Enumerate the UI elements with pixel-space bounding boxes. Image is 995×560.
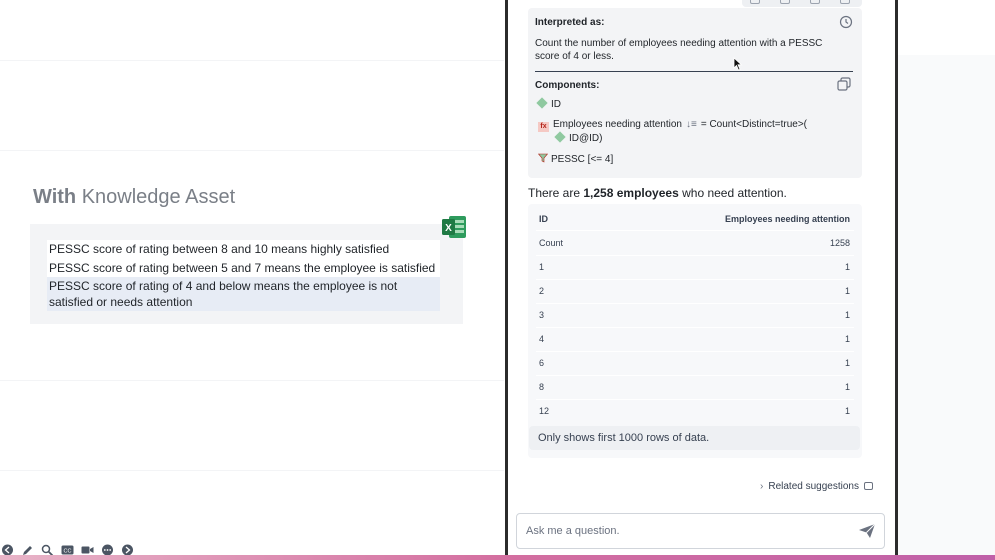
table-header-measure: Employees needing attention [724,214,850,224]
slide-title: With Knowledge Asset [33,186,235,209]
table-divider [536,351,854,352]
background-line [0,380,504,381]
table-cell-value: 1 [844,334,850,344]
knowledge-row: PESSC score of rating between 5 and 7 me… [47,259,440,277]
table-cell-id: Count [539,238,564,248]
excel-icon: X [442,216,466,238]
table-header-id: ID [539,214,548,224]
top-toolbar [742,0,862,7]
chevron-right-icon: › [760,481,764,492]
interpretation-divider [535,71,853,72]
slide-title-bold: With [33,186,77,208]
table-cell-id: 4 [539,334,545,344]
progress-bar [0,555,995,560]
answer-text: There are 1,258 employees who need atten… [528,186,787,200]
copy-icon[interactable] [837,77,851,91]
table-divider [536,230,854,231]
toolbar-icon[interactable] [810,0,820,4]
excel-icon-letter: X [445,223,452,234]
related-suggestions-label: Related suggestions [768,481,859,492]
panel-border-left [505,0,508,560]
answer-bold: 1,258 employees [583,186,679,200]
table-cell-value: 1 [844,286,850,296]
mouse-cursor-icon [733,57,743,71]
answer-suffix: who need attention. [678,186,787,200]
measure-formula: = Count<Distinct=true>( [700,119,807,130]
svg-text:CC: CC [64,549,72,555]
component-measure: fx Employees needing attention ↓≡ = Count<D… [538,119,807,132]
knowledge-row: PESSC score of rating of 4 and below mea… [47,277,440,311]
toolbar-icon[interactable] [780,0,790,4]
component-measure-arg: ID@ID) [554,131,603,144]
screen: { "slide": { "title_bold": "With", "titl… [0,0,995,560]
table-cell-id: 2 [539,286,545,296]
related-suggestions[interactable]: › Related suggestions [760,481,873,492]
table-cell-id: 3 [539,310,545,320]
table-cell-value: 1 [844,262,850,272]
table-cell-value: 1 [844,406,850,416]
dimension-icon [536,97,548,109]
row-limit-note: Only shows first 1000 rows of data. [529,426,860,450]
table-divider [536,399,854,400]
dimension-icon [554,131,566,143]
answer-prefix: There are [528,186,584,200]
table-cell-id: 12 [539,406,550,416]
table-cell-value: 1 [844,310,850,320]
table-divider [536,327,854,328]
measure-name: Employees needing attention [553,119,682,130]
table-cell-id: 6 [539,358,545,368]
table-cell-value: 1 [844,358,850,368]
table-cell-id: 1 [539,262,545,272]
sort-icon[interactable]: ↓≡ [686,119,697,130]
component-id-label: ID [551,99,561,110]
toolbar-icon[interactable] [840,0,850,4]
slide-title-rest: Knowledge Asset [81,186,236,208]
table-divider [536,255,854,256]
toolbar-icon[interactable] [750,0,760,4]
background-line [0,470,504,471]
interpreted-label: Interpreted as: [535,17,605,28]
background-line [0,60,504,61]
measure-arg: ID@ID) [569,133,603,144]
filter-icon [538,153,548,163]
table-cell-value: 1 [844,382,850,392]
ask-input[interactable] [526,521,836,541]
table-divider [536,279,854,280]
filter-label: PESSC [<= 4] [551,154,614,165]
components-label: Components: [535,80,600,91]
fx-icon: fx [538,122,549,132]
table-cell-value: 1258 [829,238,850,248]
background-line [0,150,504,151]
refresh-icon [863,482,873,490]
send-icon[interactable] [858,523,876,539]
interpreted-text: Count the number of employees needing at… [535,38,823,62]
table-divider [536,375,854,376]
component-id: ID [536,97,561,110]
component-filter: PESSC [<= 4] [538,153,613,165]
table-cell-id: 8 [539,382,545,392]
table-divider [536,303,854,304]
panel-border-right [895,0,898,560]
right-gutter [898,55,995,560]
history-icon[interactable] [839,15,853,29]
